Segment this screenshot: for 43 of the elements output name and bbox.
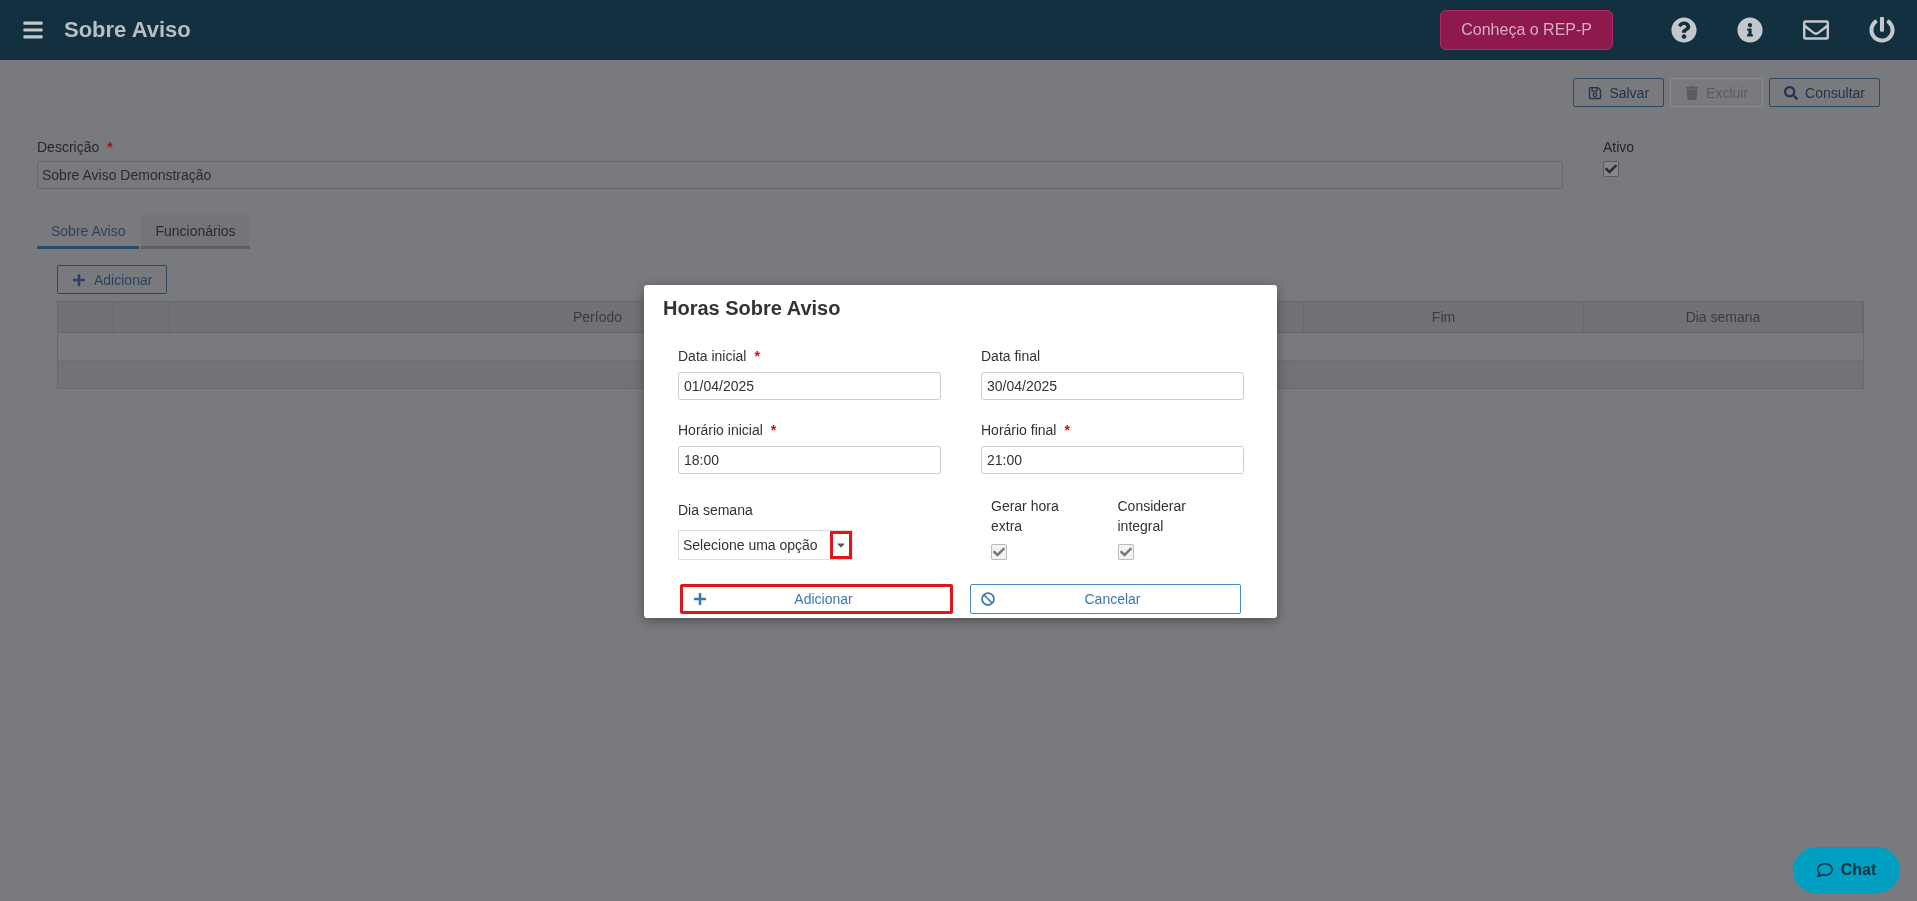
description-field[interactable]: Sobre Aviso Demonstração (37, 161, 1563, 189)
field-label: Descrição * (37, 139, 114, 155)
field-label: Horário final * (981, 422, 1071, 438)
checkbox-label: Gerar hora extra (991, 497, 1060, 536)
info-icon[interactable] (1737, 17, 1763, 43)
input-field[interactable]: 01/04/2025 (678, 372, 941, 400)
input-field[interactable]: 18:00 (678, 446, 941, 474)
tab[interactable]: Sobre Aviso (37, 215, 140, 249)
tab[interactable]: Funcionários (141, 215, 250, 249)
help-icon[interactable] (1671, 17, 1697, 43)
toolbar-button[interactable]: Consultar (1769, 78, 1880, 107)
power-icon[interactable] (1869, 17, 1895, 43)
checkbox[interactable] (991, 544, 1007, 560)
plus-icon (693, 592, 707, 606)
cancel-button[interactable]: Cancelar (970, 584, 1241, 614)
mail-icon[interactable] (1803, 17, 1829, 43)
select-field[interactable]: Selecione uma opção (678, 530, 853, 560)
page-title: Sobre Aviso (64, 17, 192, 43)
trash-icon (1685, 85, 1700, 100)
field-label: Ativo (1603, 139, 1635, 155)
checkbox-label: Considerar integral (1117, 497, 1187, 536)
toolbar-button[interactable]: Salvar (1573, 78, 1665, 107)
input-field[interactable]: 30/04/2025 (981, 372, 1244, 400)
ban-icon (981, 592, 995, 606)
field-label: Dia semana (678, 502, 754, 518)
promo-button[interactable]: Conheça o REP-P (1440, 10, 1613, 50)
add-button[interactable]: Adicionar (680, 584, 953, 614)
save-icon (1588, 85, 1603, 100)
plus-icon (72, 272, 86, 287)
chat-icon (1816, 862, 1833, 878)
field-label: Horário inicial * (678, 422, 778, 438)
check-icon (1119, 546, 1132, 558)
add-button[interactable]: Adicionar (57, 265, 168, 294)
field-label: Data final (981, 348, 1042, 364)
menu-icon[interactable] (22, 19, 44, 41)
search-icon (1784, 85, 1799, 100)
check-icon (993, 546, 1005, 558)
field-label: Data inicial * (678, 348, 761, 364)
input-field[interactable]: 21:00 (981, 446, 1244, 474)
check-icon (1605, 163, 1617, 175)
checkbox[interactable] (1117, 544, 1134, 560)
active-checkbox[interactable] (1603, 161, 1619, 177)
chat-button[interactable]: Chat (1793, 847, 1900, 893)
